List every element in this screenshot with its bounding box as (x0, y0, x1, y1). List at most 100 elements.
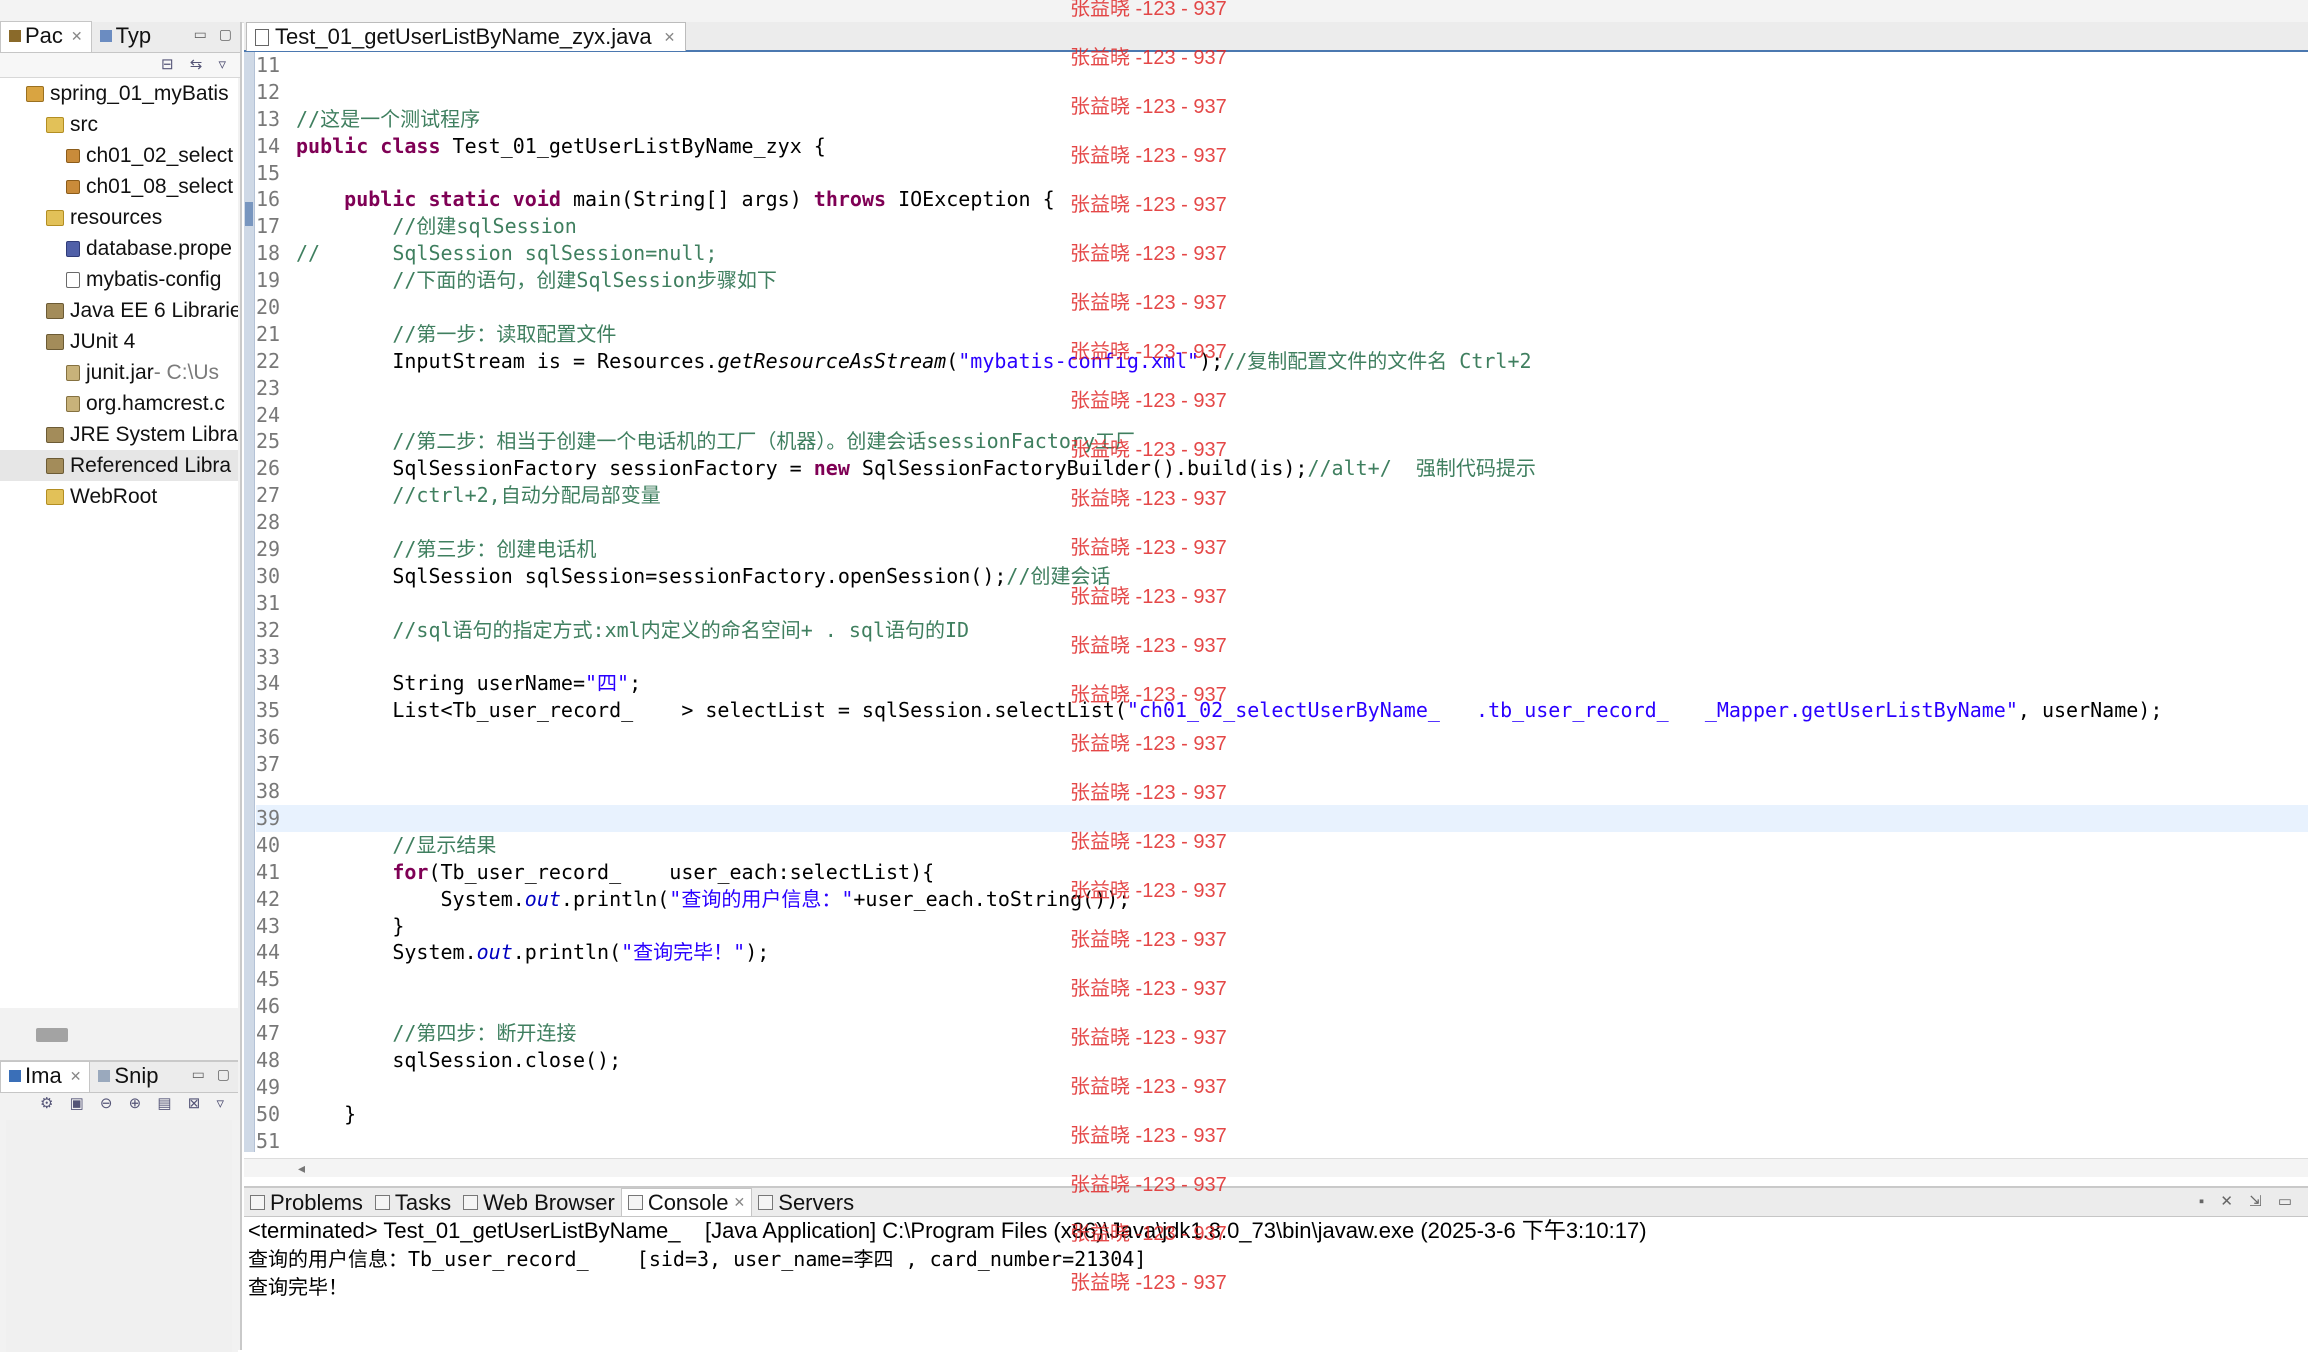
code-line[interactable]: 51 (256, 1128, 2308, 1152)
tree-item-label: JUnit 4 (70, 330, 136, 353)
code-line[interactable]: 46 (256, 993, 2308, 1020)
tab-package-explorer[interactable]: Pac ✕ (0, 21, 92, 52)
tree-item[interactable]: database.prope (0, 233, 238, 264)
code-line[interactable]: 32 //sql语句的指定方式:xml内定义的命名空间+ . sql语句的ID (256, 617, 2308, 644)
tree-item[interactable]: Referenced Libra (0, 450, 238, 481)
line-number: 44 (256, 940, 281, 965)
tree-item[interactable]: mybatis-config (0, 264, 238, 295)
code-line[interactable]: 45 (256, 966, 2308, 993)
tree-item[interactable]: junit.jar - C:\Us (0, 357, 238, 388)
line-number: 45 (256, 967, 281, 992)
tab-servers[interactable]: Servers (752, 1189, 860, 1216)
code-line[interactable]: 48 sqlSession.close(); (256, 1047, 2308, 1074)
code-line[interactable]: 33 (256, 644, 2308, 671)
editor-tab-active[interactable]: Test_01_getUserListByName_zyx.java ✕ (246, 22, 687, 51)
code-line[interactable]: 26 SqlSessionFactory sessionFactory = ne… (256, 455, 2308, 482)
code-line[interactable]: 35 List<Tb_user_record_ > selectList = s… (256, 697, 2308, 724)
jar-icon (66, 395, 80, 412)
code-line[interactable]: 28 (256, 509, 2308, 536)
code-line[interactable]: 30 SqlSession sqlSession=sessionFactory.… (256, 563, 2308, 590)
code-line[interactable]: 23 (256, 375, 2308, 402)
tree-item[interactable]: spring_01_myBatis (0, 78, 238, 109)
code-line[interactable]: 18 // SqlSession sqlSession=null; (256, 240, 2308, 267)
code-line[interactable]: 42 System.out.println("查询的用户信息："+user_ea… (256, 886, 2308, 913)
tree-item-label: Referenced Libra (70, 454, 232, 477)
problems-icon (250, 1195, 265, 1210)
code-line[interactable]: 47 //第四步：断开连接 (256, 1020, 2308, 1047)
scroll-left-icon[interactable]: ◂ (298, 1159, 305, 1177)
code-text-area[interactable]: 11 12 13 //这是一个测试程序 14 public class Test_01_g… (256, 52, 2308, 1152)
tree-item[interactable]: src (0, 109, 238, 140)
code-line[interactable]: 38 (256, 778, 2308, 805)
code-line[interactable]: 14 public class Test_01_getUserListByName… (256, 133, 2308, 160)
code-line[interactable]: 29 //第三步：创建电话机 (256, 536, 2308, 563)
code-token: , userName); (2017, 698, 2163, 723)
line-number: 46 (256, 994, 281, 1019)
code-token: //alt+/ 强制代码提示 (1307, 456, 1536, 481)
console-header: <terminated> Test_01_getUserListByName_ … (248, 1218, 1647, 1243)
tree-item[interactable]: org.hamcrest.c (0, 388, 238, 419)
tree-item[interactable]: WebRoot (0, 481, 238, 512)
code-token: String userName= (296, 671, 585, 696)
tab-type-hierarchy[interactable]: Typ (92, 22, 159, 52)
tab-label: Tasks (394, 1190, 452, 1215)
image-viewer-toolbar[interactable]: ⚙ ▣ ⊖ ⊕ ▤ ⊠ ▿ (0, 1093, 238, 1115)
code-line[interactable]: 34 String userName="四"; (256, 670, 2308, 697)
code-line[interactable]: 24 (256, 402, 2308, 429)
tree-item[interactable]: resources (0, 202, 238, 233)
code-line[interactable]: 37 (256, 751, 2308, 778)
close-icon[interactable]: ✕ (70, 1062, 82, 1090)
main-toolbar (0, 0, 2308, 23)
explorer-toolbar[interactable]: ⊟ ⇆ ▿ (0, 53, 240, 78)
code-token: public static void (344, 187, 561, 212)
close-icon[interactable]: ✕ (664, 23, 676, 51)
code-line[interactable]: 20 (256, 294, 2308, 321)
code-line[interactable]: 22 InputStream is = Resources.getResourc… (256, 348, 2308, 375)
code-line[interactable]: 36 (256, 724, 2308, 751)
code-line[interactable]: 11 (256, 52, 2308, 79)
tab-tasks[interactable]: Tasks (369, 1189, 457, 1216)
close-icon[interactable]: ✕ (71, 22, 83, 50)
code-line[interactable]: 19 //下面的语句，创建SqlSession步骤如下 (256, 267, 2308, 294)
editor-horizontal-scrollbar[interactable]: ◂ (244, 1158, 2308, 1177)
tab-image-viewer[interactable]: Ima ✕ (0, 1061, 91, 1092)
code-line[interactable]: 44 System.out.println("查询完毕！"); (256, 939, 2308, 966)
code-line[interactable]: 12 (256, 79, 2308, 106)
code-line[interactable]: 25 //第二步：相当于创建一个电话机的工厂（机器）。创建会话sessionFa… (256, 428, 2308, 455)
view-controls[interactable]: ▭ ▢ (194, 26, 236, 43)
code-line[interactable]: 17 //创建sqlSession (256, 213, 2308, 240)
servers-icon (758, 1195, 774, 1210)
line-number: 12 (256, 79, 281, 104)
tree-item[interactable]: JUnit 4 (0, 326, 238, 357)
code-line[interactable]: 41 for(Tb_user_record_ user_each:selectL… (256, 859, 2308, 886)
line-number: 47 (256, 1021, 281, 1046)
code-line[interactable]: 16 public static void main(String[] args… (256, 186, 2308, 213)
code-line[interactable]: 21 //第一步：读取配置文件 (256, 321, 2308, 348)
tab-problems[interactable]: Problems (244, 1189, 369, 1216)
tab-console[interactable]: Console ✕ (620, 1188, 753, 1216)
tree-item[interactable]: ch01_08_select (0, 171, 238, 202)
horizontal-scrollbar-thumb[interactable] (36, 1028, 68, 1042)
code-line[interactable]: 15 (256, 160, 2308, 187)
code-line[interactable]: 39 (256, 804, 2308, 832)
code-line[interactable]: 43 } (256, 913, 2308, 940)
bottom-view-tabs: Problems Tasks Web Browser Console ✕ Servers ▪… (244, 1188, 2308, 1217)
project-tree[interactable]: spring_01_myBatis src ch01_02_select ch01_0… (0, 78, 238, 1008)
code-line[interactable]: 50 } (256, 1101, 2308, 1128)
code-line[interactable]: 40 //显示结果 (256, 832, 2308, 859)
code-line[interactable]: 27 //ctrl+2,自动分配局部变量 (256, 482, 2308, 509)
console-view-controls[interactable]: ▪ ✕ ⇲ ▭ (2199, 1192, 2298, 1210)
line-number: 20 (256, 295, 281, 320)
tree-item[interactable]: JRE System Libra (0, 419, 238, 450)
tab-web-browser[interactable]: Web Browser (457, 1189, 621, 1216)
code-line[interactable]: 49 (256, 1074, 2308, 1101)
code-line[interactable]: 31 (256, 590, 2308, 617)
tree-item-label: Java EE 6 Librarie (70, 299, 238, 322)
code-line[interactable]: 13 //这是一个测试程序 (256, 106, 2308, 133)
tab-snippets[interactable]: Snip (90, 1062, 166, 1092)
close-icon[interactable]: ✕ (734, 1189, 746, 1216)
tree-item[interactable]: Java EE 6 Librarie (0, 295, 238, 326)
view-controls[interactable]: ▭ ▢ (192, 1066, 234, 1083)
tree-item[interactable]: ch01_02_select (0, 140, 238, 171)
